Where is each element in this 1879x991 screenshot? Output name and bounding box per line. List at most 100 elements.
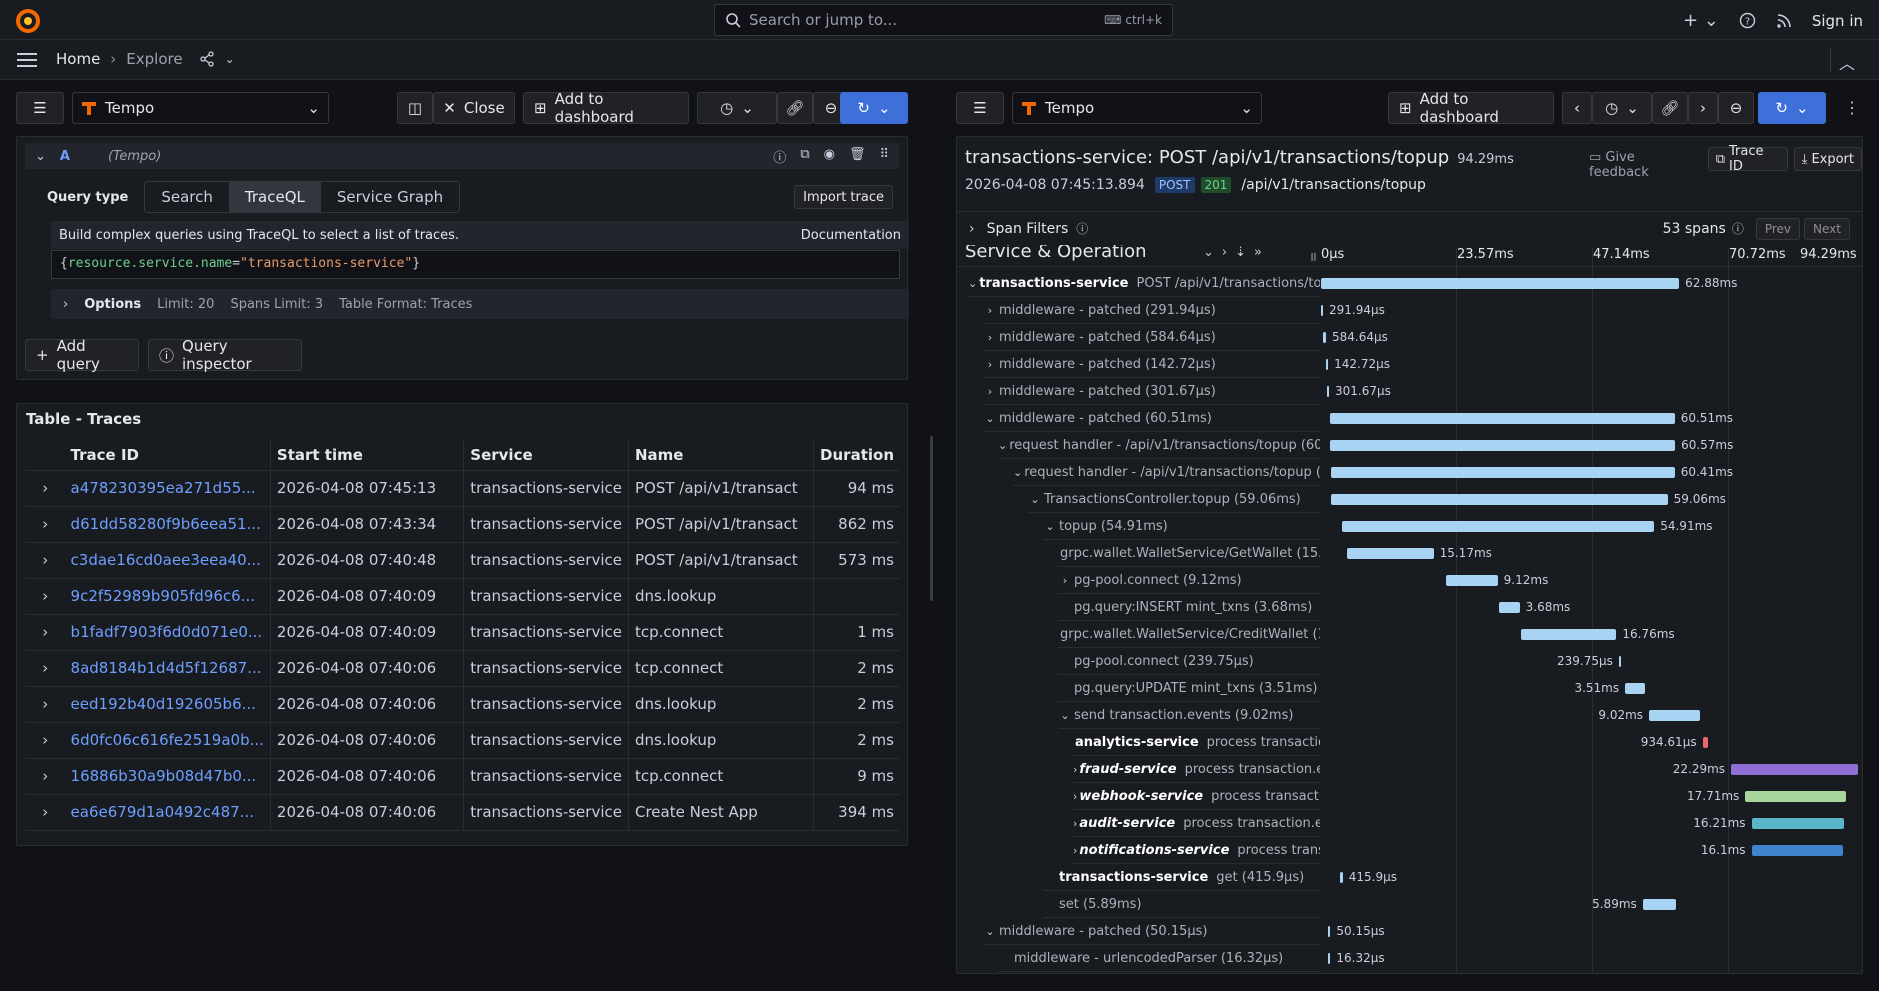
pane-resize-scrollbar[interactable] [930,436,933,601]
search-input[interactable]: Search or jump to... ⌨ ctrl+k [714,4,1173,36]
span-name-cell[interactable]: grpc.wallet.WalletService/CreditWallet (… [1058,621,1320,648]
span-bar[interactable] [1330,413,1675,424]
table-row[interactable]: › c3dae16cd0aee3eea40... 2026-04-08 07:40:… [26,542,900,579]
expand-row-icon[interactable]: › [26,542,65,579]
prev-button[interactable]: Prev [1755,217,1801,240]
trash-icon[interactable]: 🗑︎ [849,147,866,166]
column-header-name[interactable]: Name [627,440,814,471]
close-button[interactable]: ✕ Close [433,92,515,124]
span-name-cell[interactable]: › middleware - patched (291.94μs) [983,297,1320,324]
eye-icon[interactable]: ◉ [824,147,835,166]
zoom-out-button[interactable]: ⊖ [1718,92,1754,124]
span-bar[interactable] [1321,305,1323,316]
expand-row-icon[interactable]: › [26,578,65,615]
span-name-cell[interactable]: pg.query:INSERT mint_txns (3.68ms) [1058,594,1320,621]
span-bar[interactable] [1347,548,1434,559]
trace-id-button[interactable]: ⧉ Trace ID [1707,144,1788,174]
rss-icon[interactable] [1776,13,1792,29]
chevron-down-icon[interactable]: ⌄ [998,439,1007,452]
span-name-cell[interactable]: set (5.89ms) [1043,891,1320,918]
more-icon[interactable]: ⋮ [1844,98,1860,117]
query-ref[interactable]: A [60,149,70,164]
drag-handle-icon[interactable]: ⠿ [879,147,889,166]
span-row[interactable]: grpc.wallet.WalletService/GetWallet (15.… [968,540,1862,567]
span-name-cell[interactable]: analytics-service process transaction.eve… [1073,729,1320,756]
span-name-cell[interactable]: pg.query:UPDATE mint_txns (3.51ms) [1058,675,1320,702]
span-row[interactable]: › middleware - patched (291.94μs) 291.94μs [968,297,1862,324]
trace-id-link[interactable]: 6d0fc06c616fe2519a0b... [64,722,271,759]
chevron-right-icon[interactable]: › [1073,790,1077,803]
span-row[interactable]: ›notifications-service process transactio… [968,837,1862,864]
table-row[interactable]: › ea6e679d1a0492c487... 2026-04-08 07:40:0… [26,794,900,831]
export-button[interactable]: ⤓ Export [1793,147,1862,171]
time-picker-button[interactable]: ◷ ⌄ [1592,92,1652,124]
column-header-service[interactable]: Service [463,440,629,471]
span-bar[interactable] [1731,764,1858,775]
span-bar[interactable] [1520,629,1617,640]
span-row[interactable]: ⌄ TransactionsController.topup (59.06ms) 5… [968,486,1862,513]
datasource-picker[interactable]: Tempo ⌄ [1012,92,1262,124]
chevron-right-icon[interactable]: › [983,304,997,317]
span-row[interactable]: pg.query:INSERT mint_txns (3.68ms) 3.68ms [968,594,1862,621]
span-row[interactable]: middleware - urlencodedParser (16.32μs) 1… [968,945,1862,972]
traceql-editor[interactable]: {resource.service.name="transactions-ser… [51,250,900,279]
span-bar[interactable] [1649,710,1701,721]
span-row[interactable]: transactions-service get (415.9μs) 415.9μs [968,864,1862,891]
chevron-down-icon[interactable]: ⌄ [1028,493,1042,506]
span-name-cell[interactable]: ⌄ transactions-service POST /api/v1/transa… [968,270,1320,297]
expand-row-icon[interactable]: › [26,506,65,543]
span-name-cell[interactable]: ›notifications-service process transactio… [1073,837,1320,864]
plus-icon[interactable]: + ⌄ [1683,10,1719,31]
span-name-cell[interactable]: ⌄ send transaction.events (9.02ms) [1058,702,1320,729]
chevron-down-icon[interactable]: ⌄ [35,149,46,164]
span-row[interactable]: ›webhook-service process transaction.even… [968,783,1862,810]
span-row[interactable]: ›audit-service process transaction.events… [968,810,1862,837]
span-row[interactable]: ⌄ middleware - patched (60.51ms) 60.51ms [968,405,1862,432]
span-bar[interactable] [1751,845,1844,856]
span-name-cell[interactable]: ›fraud-service process transaction.events [1073,756,1320,783]
table-row[interactable]: › 9c2f52989b905fd96c6... 2026-04-08 07:40:… [26,578,900,615]
trace-id-link[interactable]: eed192b40d192605b6... [64,686,271,723]
tab-traceql[interactable]: TraceQL [228,182,321,212]
trace-id-link[interactable]: ea6e679d1a0492c487... [64,794,271,831]
query-inspector-button[interactable]: ⓘ Query inspector [148,337,302,373]
table-row[interactable]: › eed192b40d192605b6... 2026-04-08 07:40:0… [26,686,900,723]
chevron-down-icon[interactable]: ⌄ [968,277,977,290]
span-bar[interactable] [1642,899,1677,910]
span-name-cell[interactable]: middleware - urlencodedParser (16.32μs) [998,945,1320,972]
span-row[interactable]: grpc.wallet.WalletService/CreditWallet (… [968,621,1862,648]
span-row[interactable]: ⌄ request handler - /api/v1/transactions/… [968,459,1862,486]
column-header-duration[interactable]: Duration [813,440,900,471]
chevron-down-icon[interactable]: ⌄ [1043,520,1057,533]
span-row[interactable]: › middleware - patched (142.72μs) 142.72μs [968,351,1862,378]
documentation-link[interactable]: Documentation [801,228,901,243]
collapse-icon[interactable]: ︿ [1839,50,1855,74]
span-name-cell[interactable]: ⌄ request handler - /api/v1/transactions/… [998,432,1320,459]
span-bar[interactable] [1341,521,1655,532]
span-row[interactable]: ⌄ middleware - patched (50.15μs) 50.15μs [968,918,1862,945]
span-bar[interactable] [1745,791,1847,802]
span-row[interactable]: › pg-pool.connect (9.12ms) 9.12ms [968,567,1862,594]
span-row[interactable]: › middleware - patched (301.67μs) 301.67μs [968,378,1862,405]
share-icon[interactable] [199,51,215,67]
expand-row-icon[interactable]: › [26,722,65,759]
column-header-trace-id[interactable]: Trace ID [64,440,271,471]
span-name-cell[interactable]: › middleware - patched (142.72μs) [983,351,1320,378]
content-outline-button[interactable]: ☰ [956,92,1004,124]
span-name-cell[interactable]: transactions-service get (415.9μs) [1043,864,1320,891]
span-bar[interactable] [1618,656,1621,667]
span-name-cell[interactable]: ⌄ topup (54.91ms) [1043,513,1320,540]
chevron-right-icon[interactable]: › [1073,817,1077,830]
span-name-cell[interactable]: ⌄ middleware - patched (60.51ms) [983,405,1320,432]
span-row[interactable]: ⌄ send transaction.events (9.02ms) 9.02ms [968,702,1862,729]
span-bar[interactable] [1330,467,1675,478]
span-row[interactable]: ⌄ transactions-service POST /api/v1/transa… [968,270,1862,297]
chevron-down-icon[interactable]: ⌄ [983,412,997,425]
tab-service-graph[interactable]: Service Graph [321,182,459,212]
help-icon[interactable]: ⓘ [773,147,786,166]
menu-icon[interactable] [17,52,37,68]
copy-link-button[interactable]: 🔗︎ [777,92,813,124]
span-bar[interactable] [1326,386,1329,397]
table-row[interactable]: › b1fadf7903f6d0d071e0... 2026-04-08 07:40… [26,614,900,651]
chevron-down-icon[interactable]: ⌄ [1058,709,1072,722]
